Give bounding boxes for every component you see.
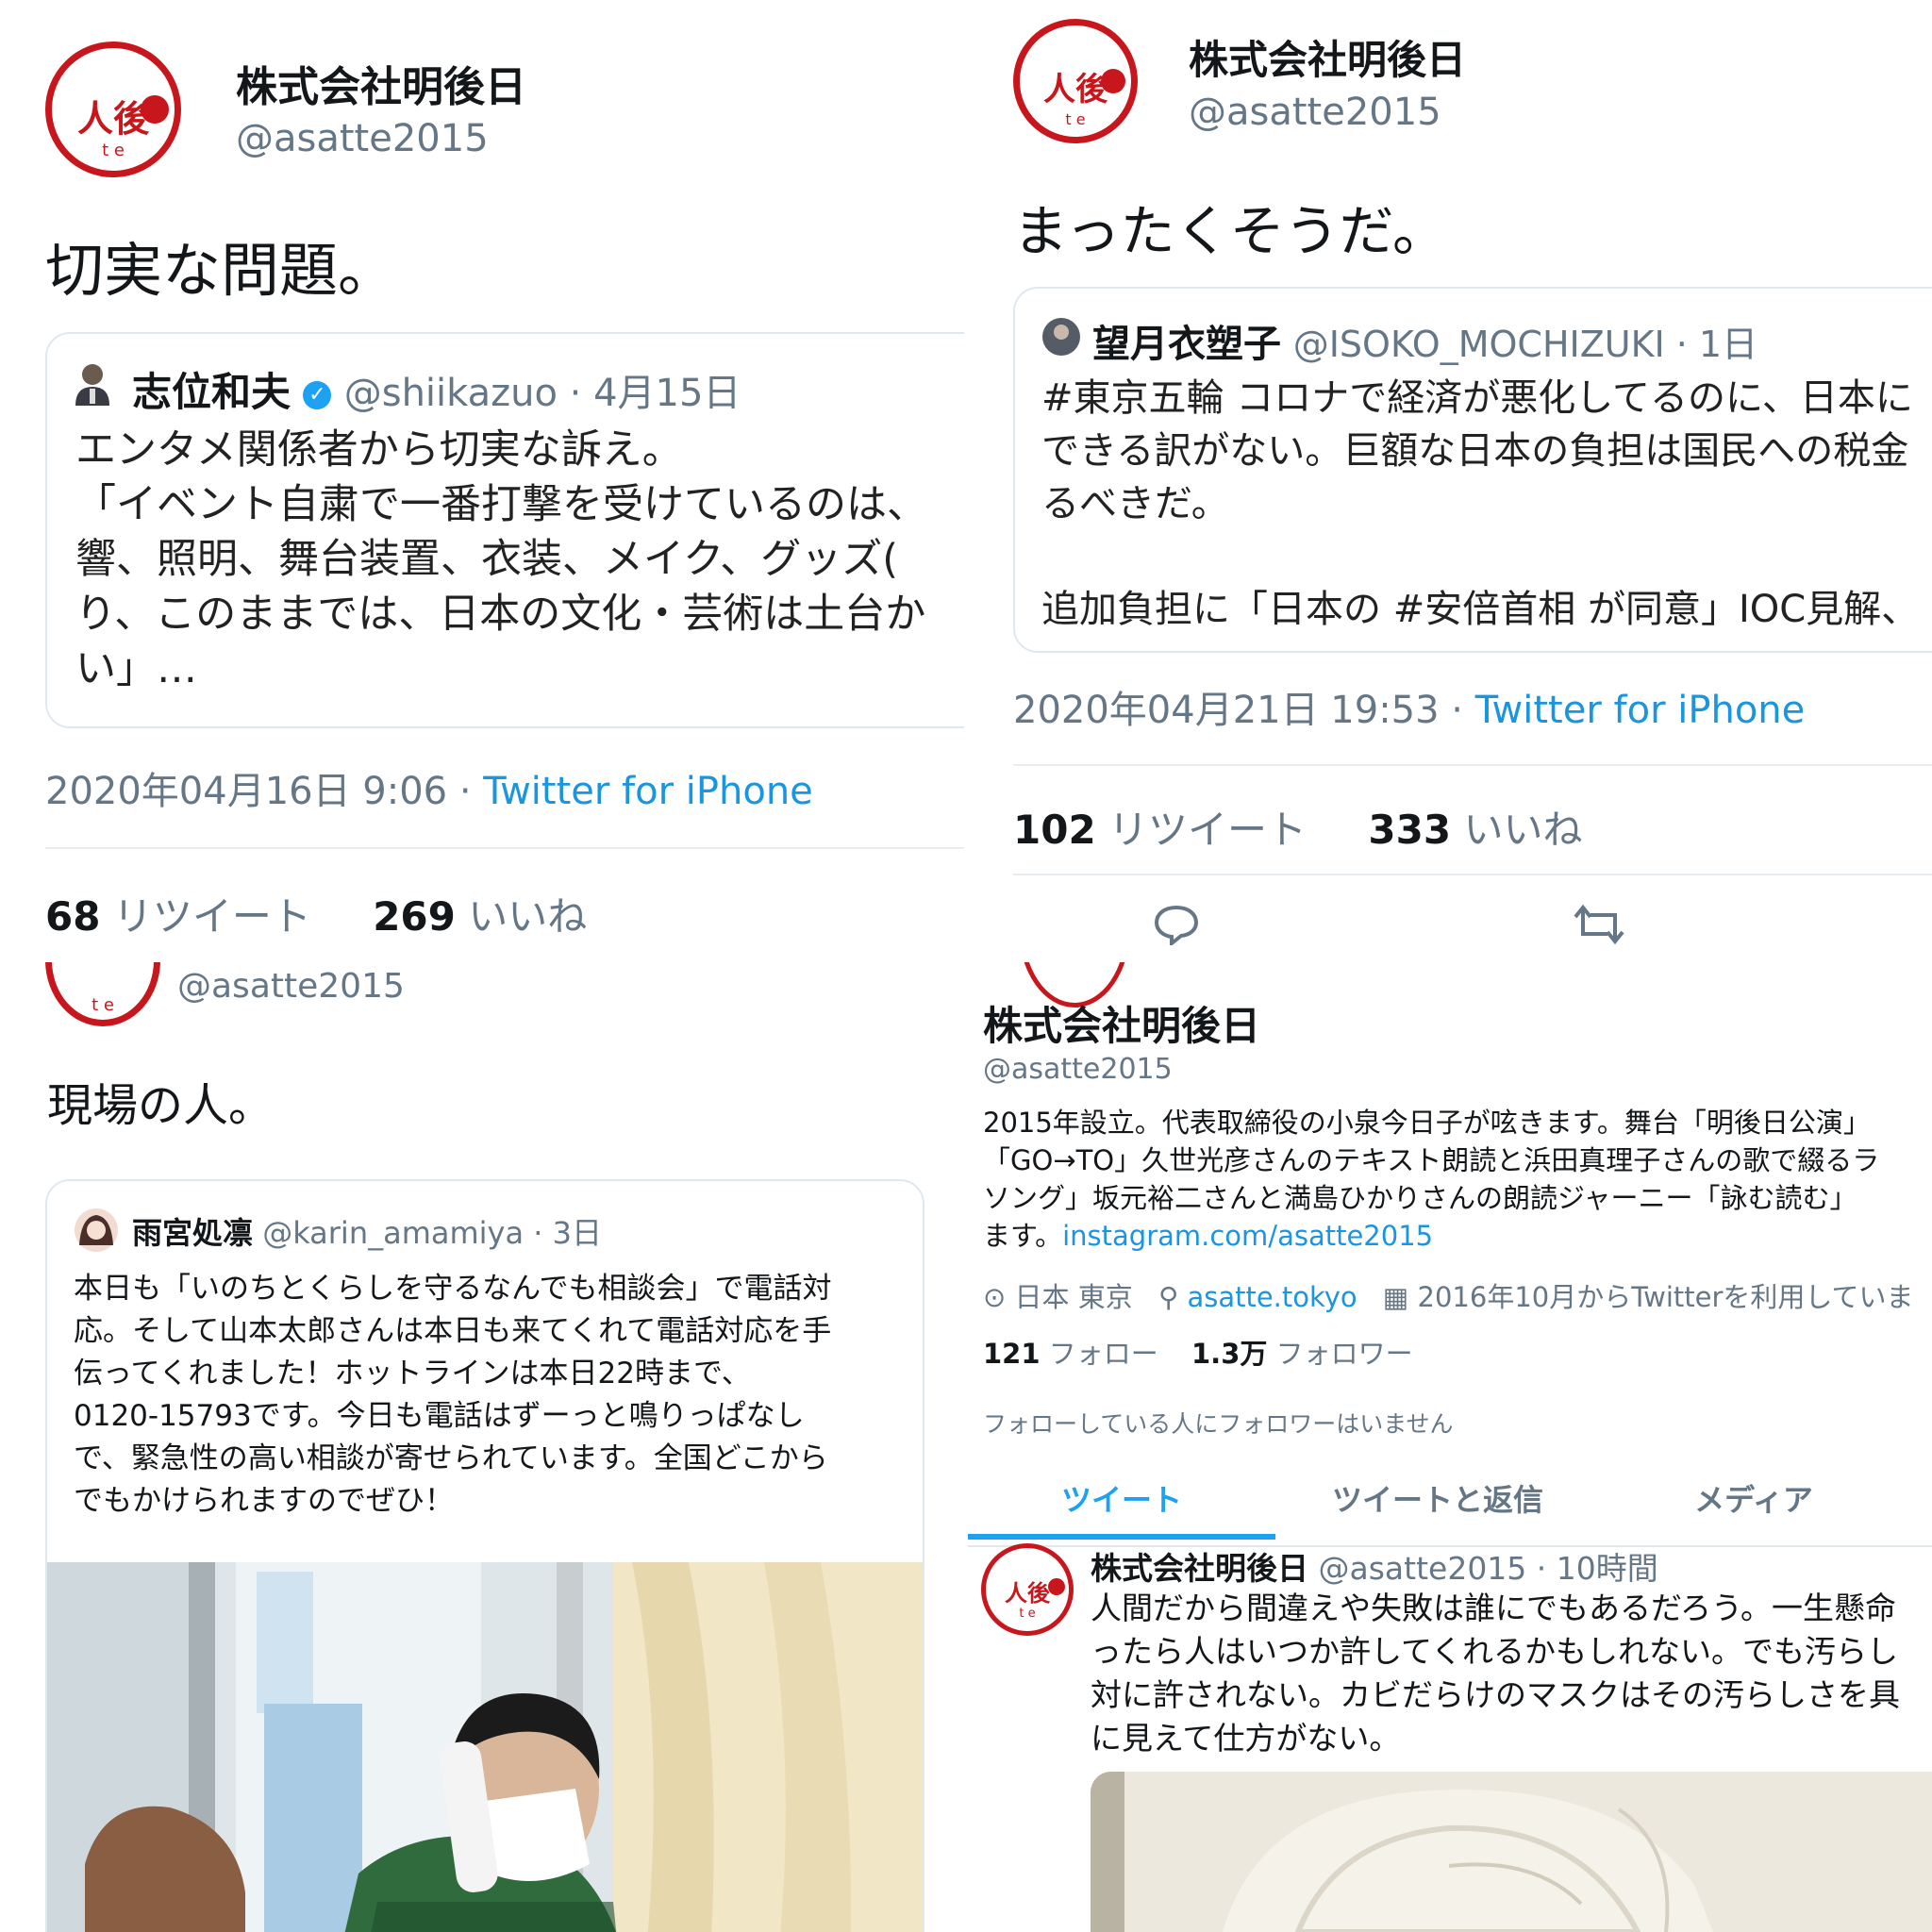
author-name[interactable]: 株式会社明後日 xyxy=(1189,28,1466,86)
author-handle[interactable]: @asatte2015 xyxy=(177,967,405,1006)
following-count[interactable]: 121 フォロー xyxy=(983,1338,1158,1370)
author-handle[interactable]: @asatte2015 xyxy=(236,117,489,160)
tweet-body: 切実な問題。 xyxy=(45,236,397,305)
attached-photo[interactable] xyxy=(47,1562,923,1932)
tweet-text: 人間だから間違えや失敗は誰にでもあるだろう。一生懸命 ったら人はいつか許してくれ… xyxy=(1091,1590,1900,1757)
tweet-handle-time[interactable]: @asatte2015 · 10時間 xyxy=(1319,1550,1658,1587)
tweet-timestamp: 2020年04月16日 9:06 · Twitter for iPhone xyxy=(45,770,813,813)
location-icon: ⊙ xyxy=(983,1281,1007,1313)
quoted-author-name[interactable]: 望月衣塑子 xyxy=(1092,323,1281,366)
divider xyxy=(45,847,964,849)
profile-location: 日本 東京 xyxy=(1014,1281,1133,1313)
profile-handle: @asatte2015 xyxy=(983,1053,1173,1086)
profile-tabs: ツイート ツイートと返信 メディア xyxy=(968,1460,1932,1547)
tweet-body: まったくそうだ。 xyxy=(1013,199,1447,263)
company-logo-avatar[interactable]: t e xyxy=(45,962,160,1026)
company-logo-avatar[interactable]: 人後 t e xyxy=(981,1543,1074,1636)
profile-panel-asatte2015: 株式会社明後日 @asatte2015 2015年設立。代表取締役の小泉今日子が… xyxy=(968,962,1932,1932)
profile-website[interactable]: asatte.tokyo xyxy=(1187,1281,1357,1313)
source-link[interactable]: Twitter for iPhone xyxy=(1475,689,1806,732)
tweet-body: 現場の人。 xyxy=(47,1079,275,1132)
quoted-text: #東京五輪 コロナで経済が悪化してるのに、日本に できる訳がない。巨額な日本の負… xyxy=(1041,376,1920,631)
tweet-panel-amamiya-quote: t e @asatte2015 現場の人。 雨宮処凛 @karin_amamiy… xyxy=(0,962,964,1932)
follow-stats: 121 フォロー 1.3万 フォロワー xyxy=(983,1332,1413,1372)
quoted-tweet-card[interactable]: 望月衣塑子 @ISOKO_MOCHIZUKI · 1日 #東京五輪 コロナで経済… xyxy=(1013,287,1932,653)
followers-count[interactable]: 1.3万 フォロワー xyxy=(1191,1338,1413,1370)
tweet-photo[interactable] xyxy=(1091,1772,1932,1932)
retweet-count[interactable]: 68 リツイート xyxy=(45,893,311,940)
retweet-icon[interactable] xyxy=(1574,904,1624,945)
divider xyxy=(1013,764,1932,766)
quoted-handle-date[interactable]: @shiikazuo · 4月15日 xyxy=(344,372,741,415)
profile-bio: 2015年設立。代表取締役の小泉今日子が呟きます。舞台「明後日公演」 「GO→T… xyxy=(983,1107,1880,1252)
tweet-timestamp: 2020年04月21日 19:53 · Twitter for iPhone xyxy=(1013,689,1806,732)
retweet-count[interactable]: 102 リツイート xyxy=(1013,807,1307,853)
tab-tweets[interactable]: ツイート xyxy=(968,1460,1275,1540)
quoted-text: 本日も「いのちとくらしを守るなんでも相談会」で電話対 応。そして山本太郎さんは本… xyxy=(74,1272,832,1518)
profile-name: 株式会社明後日 xyxy=(983,1003,1261,1049)
reply-icon[interactable] xyxy=(1153,904,1200,948)
source-link[interactable]: Twitter for iPhone xyxy=(483,770,813,813)
avatar xyxy=(74,362,111,406)
like-count[interactable]: 333 いいね xyxy=(1368,807,1582,853)
avatar xyxy=(1041,317,1081,357)
profile-meta: ⊙ 日本 東京 ⚲ asatte.tokyo ▦ 2016年10月からTwitt… xyxy=(983,1275,1914,1315)
author-handle[interactable]: @asatte2015 xyxy=(1189,91,1441,134)
quoted-handle-date[interactable]: @karin_amamiya · 3日 xyxy=(262,1215,602,1251)
quoted-author-name[interactable]: 志位和夫 xyxy=(132,369,291,415)
divider xyxy=(1013,874,1932,875)
quoted-tweet-card[interactable]: 志位和夫 ✓ @shiikazuo · 4月15日 エンタメ関係者から切実な訴え… xyxy=(45,332,964,728)
link-icon: ⚲ xyxy=(1158,1281,1179,1313)
like-count[interactable]: 269 いいね xyxy=(373,893,587,940)
tweet-panel-shiikazuo-quote: 人後 t e 株式会社明後日 @asatte2015 切実な問題。 志位和夫 ✓… xyxy=(0,0,964,958)
tab-tweets-and-replies[interactable]: ツイートと返信 xyxy=(1279,1460,1596,1540)
tweet-panel-mochizuki-quote: 人後 t e 株式会社明後日 @asatte2015 まったくそうだ。 望月衣塑… xyxy=(968,0,1932,958)
tab-media[interactable]: メディア xyxy=(1600,1460,1907,1540)
quoted-author-name[interactable]: 雨宮処凛 xyxy=(132,1215,253,1251)
avatar xyxy=(74,1208,119,1253)
author-name[interactable]: 株式会社明後日 xyxy=(236,53,526,113)
join-date: 2016年10月からTwitterを利用していま xyxy=(1417,1281,1914,1313)
quoted-handle-date[interactable]: @ISOKO_MOCHIZUKI · 1日 xyxy=(1293,324,1757,365)
engagement-stats: 68 リツイート 269 いいね xyxy=(45,885,587,942)
verified-badge-icon: ✓ xyxy=(303,380,332,409)
quoted-tweet-card[interactable]: 雨宮処凛 @karin_amamiya · 3日 本日も「いのちとくらしを守るな… xyxy=(45,1179,924,1932)
bio-link[interactable]: instagram.com/asatte2015 xyxy=(1062,1220,1433,1252)
tweet-author-name[interactable]: 株式会社明後日 xyxy=(1091,1550,1308,1587)
known-followers-note: フォローしている人にフォロワーはいません xyxy=(983,1410,1454,1438)
company-logo-avatar[interactable]: 人後 t e xyxy=(45,42,181,177)
calendar-icon: ▦ xyxy=(1382,1281,1409,1313)
quoted-text: エンタメ関係者から切実な訴え。 「イベント自粛で一番打撃を受けているのは、 響、… xyxy=(75,426,927,692)
engagement-stats: 102 リツイート 333 いいね xyxy=(1013,798,1582,856)
company-logo-avatar[interactable]: 人後 t e xyxy=(1013,19,1138,143)
